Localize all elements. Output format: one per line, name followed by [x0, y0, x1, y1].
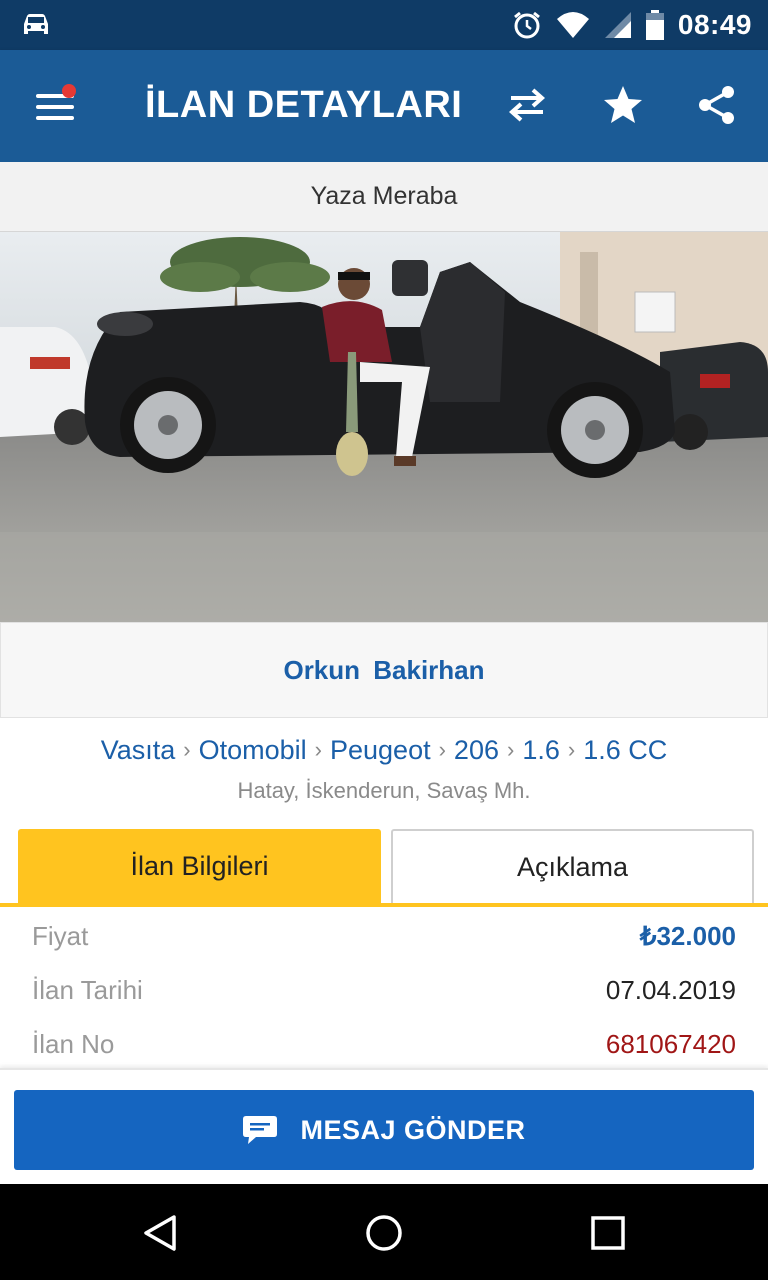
chevron-right-icon: › — [314, 737, 322, 762]
breadcrumb-item[interactable]: 206 — [454, 735, 499, 766]
swap-button[interactable] — [502, 80, 552, 130]
breadcrumb-item[interactable]: Peugeot — [330, 735, 431, 766]
back-icon — [144, 1215, 176, 1251]
send-message-label: MESAJ GÖNDER — [300, 1114, 526, 1145]
app-bar: İLAN DETAYLARI — [0, 50, 768, 162]
listing-info-list: Fiyat ₺32.000 İlan Tarihi 07.04.2019 İla… — [0, 907, 768, 1067]
car-photo — [0, 232, 768, 622]
listing-photo[interactable] — [0, 232, 768, 622]
car-status-icon — [24, 14, 48, 34]
info-row-price: Fiyat ₺32.000 — [32, 909, 736, 963]
share-icon — [699, 86, 734, 124]
status-bar: 08:49 — [0, 0, 768, 50]
breadcrumb: Vasıta › Otomobil › Peugeot › 206 › 1.6 … — [0, 730, 768, 770]
seller-name[interactable]: Orkun Bakirhan — [0, 622, 768, 718]
breadcrumb-item[interactable]: 1.6 CC — [583, 735, 667, 766]
back-button[interactable] — [135, 1208, 185, 1258]
tab-bar: İlan Bilgileri Açıklama — [18, 829, 754, 903]
location-text: Hatay, İskenderun, Savaş Mh. — [237, 778, 531, 803]
battery-icon — [645, 10, 664, 40]
breadcrumb-item[interactable]: Otomobil — [199, 735, 307, 766]
info-label: İlan Tarihi — [32, 974, 143, 1005]
chevron-right-icon: › — [506, 737, 515, 762]
chevron-right-icon: › — [438, 737, 446, 762]
swap-icon — [508, 88, 546, 122]
notification-dot — [62, 84, 76, 98]
home-button[interactable] — [359, 1208, 409, 1258]
info-label: Fiyat — [32, 920, 89, 951]
share-button[interactable] — [692, 80, 742, 130]
recents-icon — [591, 1216, 625, 1250]
bottom-action-area: MESAJ GÖNDER — [0, 1068, 768, 1184]
chat-icon — [243, 1116, 278, 1144]
tab-listing-info[interactable]: İlan Bilgileri — [18, 829, 381, 903]
favorite-button[interactable] — [598, 80, 648, 130]
status-time: 08:49 — [677, 9, 752, 40]
signal-icon — [604, 12, 631, 38]
info-row-number: İlan No 681067420 — [32, 1017, 736, 1071]
price-value: ₺32.000 — [639, 920, 736, 951]
page-title: İLAN DETAYLARI — [145, 84, 463, 126]
system-nav-bar — [0, 1184, 768, 1280]
breadcrumb-item[interactable]: 1.6 — [522, 735, 560, 766]
info-row-date: İlan Tarihi 07.04.2019 — [32, 963, 736, 1017]
listing-number-value: 681067420 — [605, 1028, 736, 1059]
alarm-icon — [513, 11, 540, 39]
wifi-icon — [556, 12, 589, 38]
send-message-button[interactable]: MESAJ GÖNDER — [14, 1090, 754, 1170]
tab-description[interactable]: Açıklama — [391, 829, 754, 903]
home-icon — [366, 1215, 402, 1251]
info-label: İlan No — [32, 1028, 115, 1059]
recents-button[interactable] — [583, 1208, 633, 1258]
listing-title: Yaza Meraba — [0, 162, 768, 232]
star-icon — [604, 86, 642, 123]
chevron-right-icon: › — [567, 737, 576, 762]
date-value: 07.04.2019 — [605, 974, 736, 1005]
menu-button[interactable] — [34, 84, 78, 126]
chevron-right-icon: › — [183, 737, 191, 762]
breadcrumb-item[interactable]: Vasıta — [101, 735, 176, 766]
